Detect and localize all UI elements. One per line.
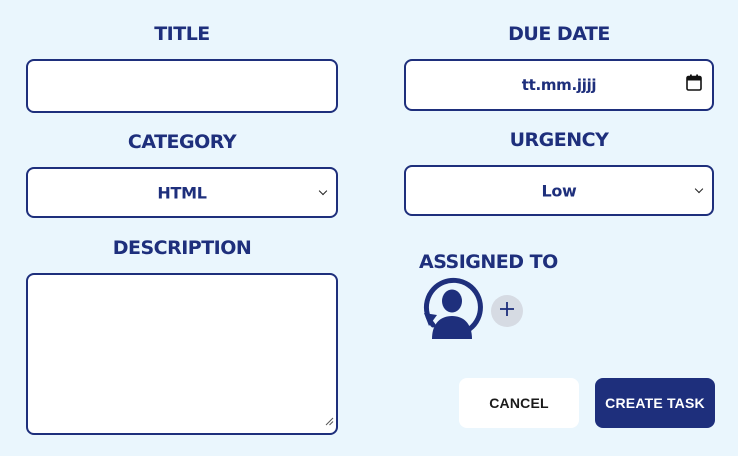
user-avatar-icon[interactable] bbox=[419, 275, 483, 341]
calendar-icon[interactable] bbox=[686, 74, 702, 96]
category-label: CATEGORY bbox=[127, 131, 237, 153]
cancel-button[interactable]: CANCEL bbox=[459, 378, 579, 428]
title-input[interactable] bbox=[26, 59, 338, 113]
resize-handle-icon[interactable] bbox=[325, 413, 334, 431]
plus-icon bbox=[499, 301, 515, 322]
add-task-form: TITLE DUE DATE tt.mm.jjjj CATEGORY HTML … bbox=[0, 0, 738, 456]
urgency-select[interactable]: Low bbox=[404, 165, 714, 216]
category-selected-value: HTML bbox=[157, 183, 207, 202]
urgency-selected-value: Low bbox=[541, 181, 577, 200]
due-date-label: DUE DATE bbox=[508, 23, 610, 45]
assigned-to-label: ASSIGNED TO bbox=[419, 251, 558, 273]
title-label: TITLE bbox=[154, 23, 210, 45]
add-assignee-button[interactable] bbox=[491, 295, 523, 327]
category-select[interactable]: HTML bbox=[26, 167, 338, 218]
description-textarea[interactable] bbox=[26, 273, 338, 435]
description-label: DESCRIPTION bbox=[112, 237, 252, 259]
due-date-input[interactable]: tt.mm.jjjj bbox=[404, 59, 714, 111]
urgency-label: URGENCY bbox=[509, 129, 609, 151]
due-date-placeholder: tt.mm.jjjj bbox=[521, 76, 597, 94]
create-task-button[interactable]: CREATE TASK bbox=[595, 378, 715, 428]
